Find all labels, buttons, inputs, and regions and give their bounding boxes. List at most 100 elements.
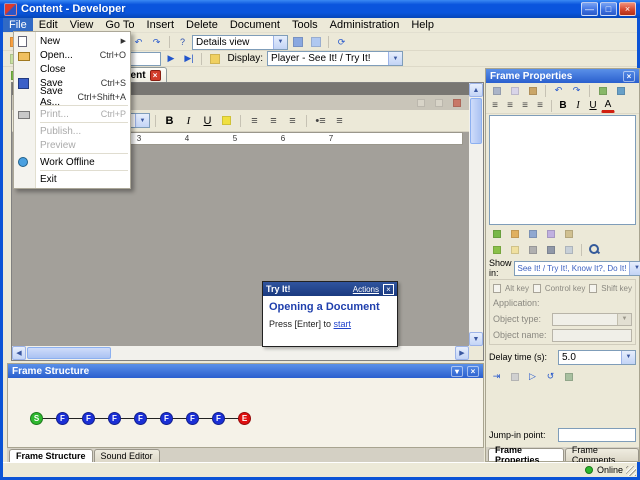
frame-link-icon[interactable] [506,369,523,384]
prev-frame-icon[interactable]: ▶ [162,51,179,66]
undo-icon[interactable]: ↶ [550,83,567,98]
panel-menu-icon[interactable]: ▾ [451,365,463,377]
doc-minimize-icon[interactable] [412,96,429,109]
doc-close-icon[interactable] [448,96,465,109]
align-left-icon[interactable]: ≡ [246,112,263,129]
loop-icon[interactable]: ↺ [542,369,559,384]
vertical-scroll-thumb[interactable] [470,98,482,144]
align-right-icon[interactable]: ≡ [518,99,532,113]
tab-frame-properties[interactable]: Frame Properties [488,445,564,465]
font-color-icon[interactable]: A [601,99,615,113]
minimize-button[interactable]: — [581,2,598,16]
tab-sound-editor[interactable]: Sound Editor [93,449,160,462]
underline-button[interactable]: U [199,112,216,129]
help-icon[interactable]: ? [174,35,191,50]
menu-delete[interactable]: Delete [180,18,224,32]
underline-button[interactable]: U [586,99,600,113]
player-icon[interactable] [206,51,223,66]
horizontal-scroll-thumb[interactable] [27,347,111,359]
redo-icon[interactable]: ↷ [148,35,165,50]
start-node[interactable]: S [30,412,43,425]
insert-field-icon[interactable] [488,227,505,242]
control-key-checkbox[interactable] [532,284,541,293]
jump-icon[interactable]: ⇥ [488,369,505,384]
menu-view[interactable]: View [64,18,100,32]
numbered-list-icon[interactable]: ≡ [331,112,348,129]
scroll-left-icon[interactable]: ◀ [12,346,26,360]
template-icon[interactable] [542,227,559,242]
list-view-icon[interactable] [289,35,306,50]
bold-button[interactable]: B [161,112,178,129]
scroll-up-icon[interactable]: ▲ [469,83,483,97]
popup-close-icon[interactable]: × [383,283,394,295]
spellcheck-icon[interactable] [594,83,611,98]
frame-node[interactable]: F [56,412,69,425]
frame-node[interactable]: F [82,412,95,425]
horizontal-scrollbar[interactable]: ◀ ▶ [12,346,469,360]
menu-administration[interactable]: Administration [324,18,406,32]
frame-node[interactable]: F [134,412,147,425]
start-link[interactable]: start [334,319,352,329]
frame-node[interactable]: F [212,412,225,425]
glossary-icon[interactable] [560,227,577,242]
frame-text-editor[interactable] [489,115,636,225]
frame-node[interactable]: F [160,412,173,425]
align-center-icon[interactable]: ≡ [265,112,282,129]
insert-image-icon[interactable] [506,227,523,242]
end-node[interactable]: E [238,412,251,425]
magnifier-icon[interactable] [586,242,603,257]
mouse-icon[interactable] [560,242,577,257]
pointer-icon[interactable] [524,242,541,257]
resize-grip[interactable] [626,466,636,476]
insert-link-icon[interactable] [612,83,629,98]
tab-frame-comments[interactable]: Frame Comments [564,445,639,465]
delay-time-select[interactable]: 5.0 ▼ [558,349,636,365]
copy-icon[interactable] [506,83,523,98]
path-icon[interactable] [560,369,577,384]
align-right-icon[interactable]: ≡ [284,112,301,129]
scroll-right-icon[interactable]: ▶ [455,346,469,360]
close-button[interactable]: × [619,2,636,16]
frame-node[interactable]: F [108,412,121,425]
panel-close-icon[interactable]: × [623,70,635,82]
menu-edit[interactable]: Edit [33,18,64,32]
panel-close-icon[interactable]: × [467,365,479,377]
jump-in-point-field[interactable] [558,428,636,442]
bubble-icon[interactable] [506,242,523,257]
file-menu-new[interactable]: New ▶ [14,34,130,48]
file-menu-save-as[interactable]: Save As... Ctrl+Shift+A [14,86,130,108]
frame-node[interactable]: F [186,412,199,425]
italic-button[interactable]: I [571,99,585,113]
italic-button[interactable]: I [180,112,197,129]
display-select[interactable]: Player - See It! / Try It! ▼ [267,51,404,66]
align-left-icon[interactable]: ≡ [488,99,502,113]
align-justify-icon[interactable]: ≡ [533,99,547,113]
menu-insert[interactable]: Insert [141,18,181,32]
menu-document[interactable]: Document [224,18,286,32]
redo-icon[interactable]: ↷ [568,83,585,98]
action-icon[interactable] [488,242,505,257]
refresh-icon[interactable]: ⟳ [333,35,350,50]
scroll-down-icon[interactable]: ▼ [469,332,483,346]
highlight-icon[interactable] [218,112,235,129]
show-in-select[interactable]: See It! / Try It!, Know It?, Do It! ▼ [513,260,640,276]
file-menu-open[interactable]: Open... Ctrl+O [14,48,130,62]
bullet-list-icon[interactable]: •≡ [312,112,329,129]
menu-file[interactable]: File [3,18,33,32]
next-frame-icon[interactable]: ▶| [180,51,197,66]
tab-close-icon[interactable]: × [149,69,161,81]
insert-table-icon[interactable] [524,227,541,242]
bold-button[interactable]: B [556,99,570,113]
file-menu-work-offline[interactable]: Work Offline [14,155,130,169]
tab-frame-structure[interactable]: Frame Structure [9,449,93,462]
menu-goto[interactable]: Go To [99,18,140,32]
doc-restore-icon[interactable] [430,96,447,109]
thumbnail-view-icon[interactable] [307,35,324,50]
details-view-select[interactable]: Details view ▼ [192,34,288,50]
menu-help[interactable]: Help [405,18,440,32]
cut-icon[interactable] [488,83,505,98]
vertical-scrollbar[interactable]: ▲ ▼ [469,83,483,346]
menu-tools[interactable]: Tools [286,18,324,32]
file-menu-close[interactable]: Close [14,62,130,76]
actions-link[interactable]: Actions [353,285,379,294]
